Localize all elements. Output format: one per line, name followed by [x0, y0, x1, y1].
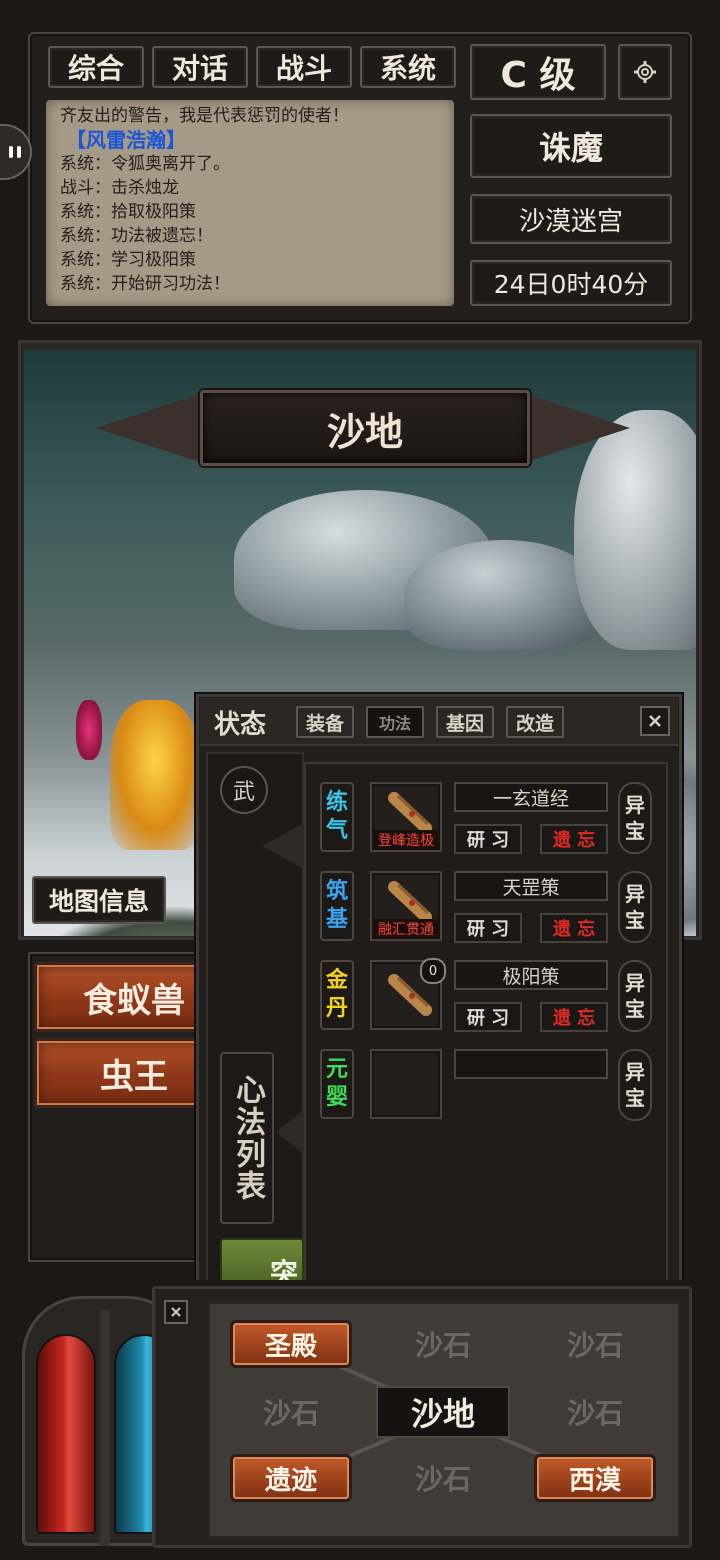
nav-sandstone[interactable]: 沙石 [382, 1454, 504, 1502]
treasure-button[interactable]: 异宝 [618, 1049, 652, 1121]
log-line: 系统：学习极阳策 [60, 250, 196, 270]
tab-skills[interactable]: 功法 [366, 706, 424, 738]
skill-list-label-text: 心法列表 [230, 1074, 265, 1202]
chat-icon [9, 146, 21, 158]
log-line: 系统：开始研习功法！ [60, 274, 230, 294]
forget-button[interactable]: 遗 忘 [540, 913, 608, 943]
study-button[interactable]: 研 习 [454, 913, 522, 943]
nav-sandstone[interactable]: 沙石 [230, 1388, 352, 1436]
player-character [110, 700, 200, 850]
stage-label: 练气 [320, 782, 354, 852]
status-tab[interactable]: 状态 [214, 704, 288, 740]
banner-wing-right [520, 392, 640, 464]
skill-count-badge: 0 [420, 958, 446, 984]
wu-badge: 武 [220, 766, 268, 814]
log-line: 齐友出的警告，我是代表惩罚的使者！ [60, 106, 349, 126]
skill-level-badge: 登峰造极 [372, 830, 440, 850]
tab-system[interactable]: 系统 [360, 46, 456, 88]
skill-slot[interactable]: 登峰造极 [370, 782, 442, 852]
log-line: 系统：拾取极阳策 [60, 202, 196, 222]
log-line: 战斗：击杀烛龙 [60, 178, 179, 198]
nav-sandstone[interactable]: 沙石 [534, 1320, 656, 1368]
tab-genes[interactable]: 基因 [436, 706, 494, 738]
pillar-divider [100, 1310, 110, 1546]
treasure-text: 异宝 [625, 882, 645, 932]
game-time: 24日0时40分 [470, 260, 672, 306]
study-button[interactable]: 研 习 [454, 1002, 522, 1032]
mode-label[interactable]: 诛魔 [470, 114, 672, 178]
banner-wing-left [96, 392, 216, 464]
forget-button[interactable]: 遗 忘 [540, 824, 608, 854]
stage-text: 练气 [325, 790, 348, 843]
skill-slot[interactable]: 0 [370, 958, 446, 1030]
npc-character [76, 700, 102, 760]
map-name: 沙漠迷宫 [470, 194, 672, 244]
nav-sandstone[interactable]: 沙石 [534, 1388, 656, 1436]
tab-battle[interactable]: 战斗 [256, 46, 352, 88]
skill-slot-empty[interactable] [370, 1049, 442, 1119]
tab-dialog[interactable]: 对话 [152, 46, 248, 88]
close-icon [649, 715, 661, 727]
gear-icon [634, 61, 656, 83]
stage-label: 元婴 [320, 1049, 354, 1119]
treasure-button[interactable]: 异宝 [618, 960, 652, 1032]
message-log: 齐友出的警告，我是代表惩罚的使者！ 【风雷浩瀚】 系统：令狐奥离开了。 战斗：击… [46, 100, 454, 306]
nav-sandstone[interactable]: 沙石 [382, 1320, 504, 1368]
log-line-highlight: 【风雷浩瀚】 [66, 128, 186, 152]
hp-bar [36, 1334, 96, 1534]
log-line: 系统：功法被遗忘！ [60, 226, 213, 246]
settings-button[interactable] [618, 44, 672, 100]
grade-badge: C 级 [470, 44, 606, 100]
nav-holy-palace[interactable]: 圣殿 [230, 1320, 352, 1368]
stage-text: 元婴 [325, 1057, 348, 1110]
skill-name: 极阳策 [454, 960, 608, 990]
treasure-text: 异宝 [625, 1060, 645, 1110]
skill-list-label[interactable]: 心法列表 [220, 1052, 274, 1224]
treasure-button[interactable]: 异宝 [618, 782, 652, 854]
stage-label: 金丹 [320, 960, 354, 1030]
nav-current-location[interactable]: 沙地 [376, 1386, 510, 1438]
nav-west-desert[interactable]: 西漠 [534, 1454, 656, 1502]
tab-general[interactable]: 综合 [48, 46, 144, 88]
stage-text: 金丹 [325, 968, 348, 1021]
map-info-button[interactable]: 地图信息 [32, 876, 166, 924]
skill-level-badge: 融汇贯通 [372, 919, 440, 939]
stage-text: 筑基 [325, 879, 348, 932]
skill-name [454, 1049, 608, 1079]
collapse-arrow-icon[interactable] [262, 822, 306, 870]
nav-ruins[interactable]: 遗迹 [230, 1454, 352, 1502]
treasure-text: 异宝 [625, 971, 645, 1021]
close-icon [171, 1307, 181, 1317]
skill-list-arrow-icon [276, 1108, 306, 1156]
skill-slot[interactable]: 融汇贯通 [370, 871, 442, 941]
log-line: 系统：令狐奥离开了。 [60, 154, 230, 174]
treasure-button[interactable]: 异宝 [618, 871, 652, 943]
nav-close-button[interactable] [164, 1300, 188, 1324]
skill-name: 一玄道经 [454, 782, 608, 812]
stage-label: 筑基 [320, 871, 354, 941]
skill-name: 天罡策 [454, 871, 608, 901]
tab-equipment[interactable]: 装备 [296, 706, 354, 738]
forget-button[interactable]: 遗 忘 [540, 1002, 608, 1032]
tab-modify[interactable]: 改造 [506, 706, 564, 738]
study-button[interactable]: 研 习 [454, 824, 522, 854]
treasure-text: 异宝 [625, 793, 645, 843]
close-button[interactable] [640, 706, 670, 736]
scene-title: 沙地 [200, 390, 530, 466]
